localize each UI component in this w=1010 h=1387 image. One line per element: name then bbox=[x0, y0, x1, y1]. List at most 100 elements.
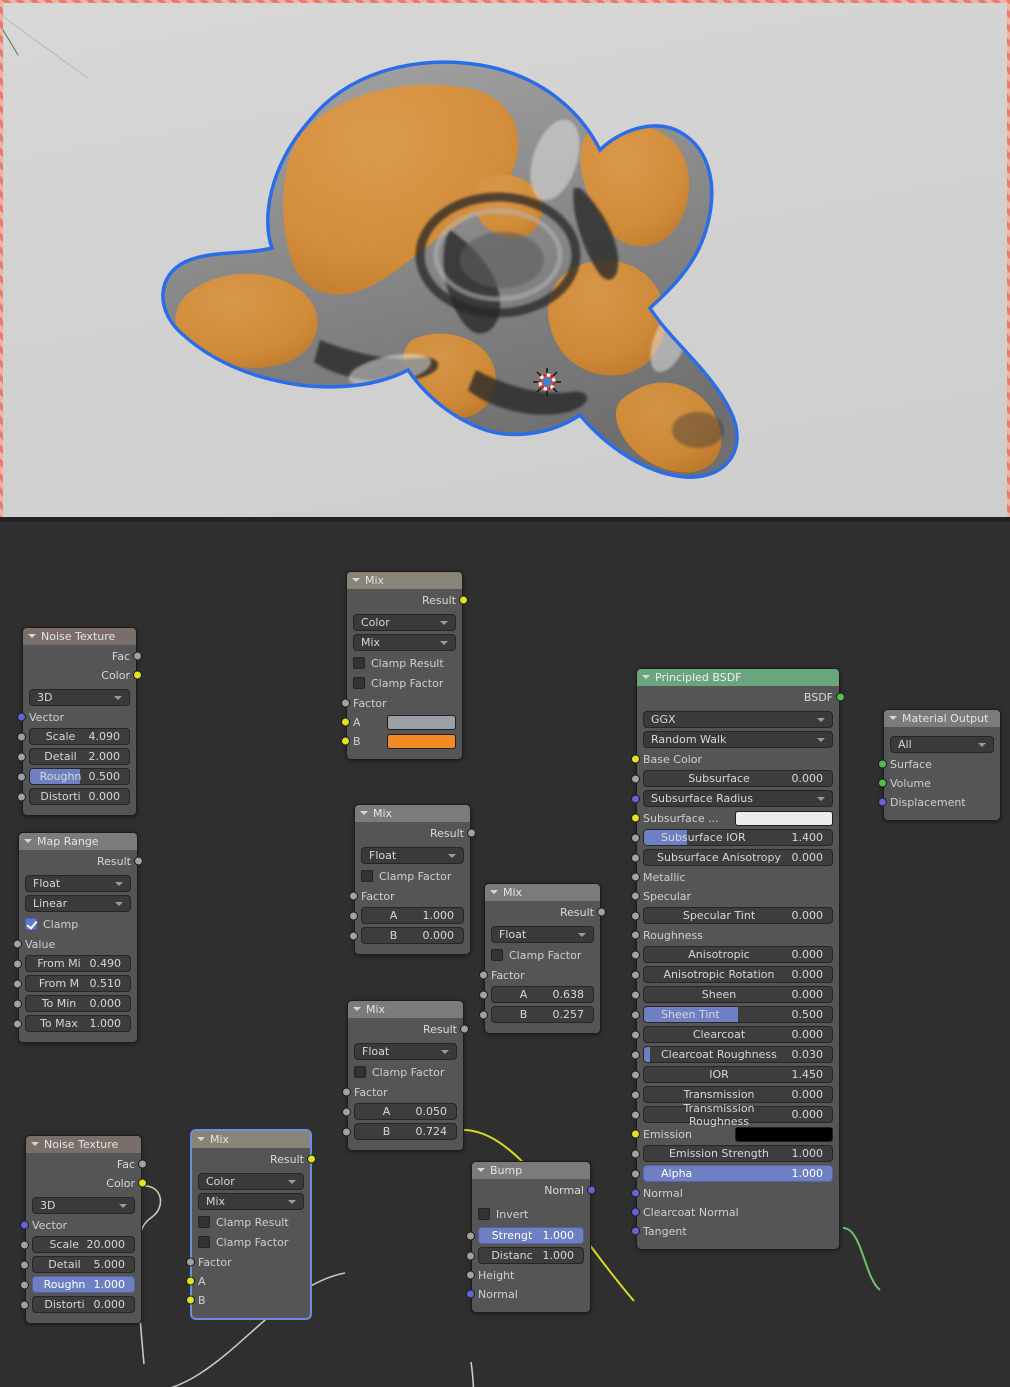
blend-mode-dropdown[interactable]: Mix bbox=[198, 1193, 304, 1210]
input-socket-roughness[interactable] bbox=[17, 772, 26, 782]
node-bump[interactable]: Bump Normal Invert Strengt 1.000 Distanc bbox=[466, 1161, 596, 1313]
interpolation-dropdown[interactable]: Linear bbox=[25, 895, 131, 912]
input-socket-anisotropic[interactable] bbox=[631, 950, 640, 960]
input-socket-normal[interactable] bbox=[466, 1289, 475, 1299]
node-mix-color-top[interactable]: Mix Result Color Mix Clamp Result Clamp … bbox=[341, 571, 468, 760]
input-socket-sheen[interactable] bbox=[631, 990, 640, 1000]
checkbox-clamp-factor[interactable]: Clamp Factor bbox=[353, 675, 456, 691]
field-scale[interactable]: Scale 4.090 bbox=[17, 728, 130, 745]
input-socket-b[interactable] bbox=[349, 931, 358, 941]
input-socket-tangent[interactable] bbox=[631, 1226, 640, 1236]
checkbox-box[interactable] bbox=[353, 657, 365, 669]
input-socket-roughness[interactable] bbox=[20, 1280, 29, 1290]
checkbox-clamp-factor[interactable]: Clamp Factor bbox=[354, 1064, 457, 1080]
color-swatch-b[interactable] bbox=[387, 733, 456, 749]
input-socket-specular-tint[interactable] bbox=[631, 911, 640, 921]
node-noise-texture-2[interactable]: Noise Texture Fac Color 3D Vector Scale … bbox=[20, 1135, 147, 1324]
checkbox-box[interactable] bbox=[198, 1236, 210, 1248]
input-socket-distance[interactable] bbox=[466, 1251, 475, 1261]
field-transmission-roughness[interactable]: Transmission Roughness 0.000 bbox=[631, 1102, 833, 1128]
input-socket-ior[interactable] bbox=[631, 1070, 640, 1080]
color-swatch-emission[interactable] bbox=[735, 1126, 833, 1142]
input-socket-b[interactable] bbox=[186, 1295, 195, 1305]
node-header[interactable]: Mix bbox=[347, 572, 462, 589]
checkbox-box[interactable] bbox=[198, 1216, 210, 1228]
target-dropdown[interactable]: All bbox=[890, 736, 994, 753]
data-type-dropdown[interactable]: Color bbox=[198, 1173, 304, 1190]
input-socket-distortion[interactable] bbox=[20, 1300, 29, 1310]
output-socket-result[interactable] bbox=[597, 907, 606, 917]
chevron-down-icon[interactable] bbox=[196, 1135, 205, 1144]
input-socket-a[interactable] bbox=[341, 717, 350, 727]
input-socket-transmission-roughness[interactable] bbox=[631, 1110, 640, 1120]
input-socket-volume[interactable] bbox=[878, 778, 887, 788]
input-socket-base-color[interactable] bbox=[631, 754, 640, 764]
dimension-dropdown[interactable]: 3D bbox=[32, 1197, 135, 1214]
checkbox-box[interactable] bbox=[478, 1208, 490, 1220]
field-b[interactable]: B 0.257 bbox=[479, 1006, 594, 1023]
input-socket-b[interactable] bbox=[341, 736, 350, 746]
field-detail[interactable]: Detail 2.000 bbox=[17, 748, 130, 765]
node-map-range[interactable]: Map Range Result Float Linear Clamp Valu… bbox=[13, 832, 143, 1043]
input-socket-factor[interactable] bbox=[479, 970, 488, 980]
input-socket-subsurface-ior[interactable] bbox=[631, 833, 640, 843]
input-socket-subsurface-anisotropy[interactable] bbox=[631, 853, 640, 863]
chevron-down-icon[interactable] bbox=[888, 714, 897, 723]
data-type-dropdown[interactable]: Float bbox=[491, 926, 594, 943]
chevron-down-icon[interactable] bbox=[641, 673, 650, 682]
input-socket-height[interactable] bbox=[466, 1270, 475, 1280]
field-subsurface[interactable]: Subsurface 0.000 bbox=[631, 770, 833, 787]
node-mix-float-a[interactable]: Mix Result Float Clamp Factor Factor A 1… bbox=[349, 804, 476, 955]
node-header[interactable]: Mix bbox=[355, 805, 470, 822]
node-header[interactable]: Noise Texture bbox=[23, 628, 136, 645]
field-distortion[interactable]: Distorti 0.000 bbox=[17, 788, 130, 805]
checkbox-clamp-result[interactable]: Clamp Result bbox=[353, 655, 456, 671]
input-socket-scale[interactable] bbox=[17, 732, 26, 742]
chevron-down-icon[interactable] bbox=[352, 1005, 361, 1014]
field-b[interactable]: B 0.724 bbox=[342, 1123, 457, 1140]
checkbox-invert[interactable]: Invert bbox=[478, 1206, 584, 1222]
input-socket-anisotropic-rotation[interactable] bbox=[631, 970, 640, 980]
node-header[interactable]: Mix bbox=[192, 1131, 310, 1148]
node-header[interactable]: Noise Texture bbox=[26, 1136, 141, 1153]
checkbox-clamp[interactable]: Clamp bbox=[25, 916, 131, 932]
node-header[interactable]: Mix bbox=[348, 1001, 463, 1018]
checkbox-box[interactable] bbox=[361, 870, 373, 882]
input-socket-clearcoat-normal[interactable] bbox=[631, 1207, 640, 1217]
data-type-dropdown[interactable]: Color bbox=[353, 614, 456, 631]
field-distance[interactable]: Distanc 1.000 bbox=[466, 1247, 584, 1264]
output-socket-result[interactable] bbox=[307, 1154, 316, 1164]
checkbox-box[interactable] bbox=[491, 949, 503, 961]
field-strength[interactable]: Strengt 1.000 bbox=[466, 1227, 584, 1244]
checkbox-clamp-factor[interactable]: Clamp Factor bbox=[491, 947, 594, 963]
node-mix-float-b[interactable]: Mix Result Float Clamp Factor Factor A 0… bbox=[479, 883, 606, 1034]
output-socket-normal[interactable] bbox=[587, 1185, 596, 1195]
field-emission-strength[interactable]: Emission Strength 1.000 bbox=[631, 1145, 833, 1162]
input-socket-a[interactable] bbox=[186, 1276, 195, 1286]
chevron-down-icon[interactable] bbox=[351, 576, 360, 585]
input-socket-sheen-tint[interactable] bbox=[631, 1010, 640, 1020]
field-subsurface-ior[interactable]: Subsurface IOR 1.400 bbox=[631, 829, 833, 846]
checkbox-clamp-factor[interactable]: Clamp Factor bbox=[198, 1234, 304, 1250]
chevron-down-icon[interactable] bbox=[23, 837, 32, 846]
field-transmission[interactable]: Transmission 0.000 bbox=[631, 1086, 833, 1103]
input-socket-metallic[interactable] bbox=[631, 872, 640, 882]
checkbox-clamp-factor[interactable]: Clamp Factor bbox=[361, 868, 464, 884]
chevron-down-icon[interactable] bbox=[359, 809, 368, 818]
data-type-dropdown[interactable]: Float bbox=[354, 1043, 457, 1060]
field-subsurface-anisotropy[interactable]: Subsurface Anisotropy 0.000 bbox=[631, 849, 833, 866]
blend-mode-dropdown[interactable]: Mix bbox=[353, 634, 456, 651]
field-a[interactable]: A 0.050 bbox=[342, 1103, 457, 1120]
input-socket-roughness[interactable] bbox=[631, 930, 640, 940]
input-socket-surface[interactable] bbox=[878, 759, 887, 769]
chevron-down-icon[interactable] bbox=[30, 1140, 39, 1149]
input-socket-distortion[interactable] bbox=[17, 792, 26, 802]
input-socket-specular[interactable] bbox=[631, 891, 640, 901]
chevron-down-icon[interactable] bbox=[489, 888, 498, 897]
input-socket-subsurface-color[interactable] bbox=[631, 813, 640, 823]
color-swatch-subsurface[interactable] bbox=[735, 810, 833, 826]
output-socket-color[interactable] bbox=[133, 670, 142, 680]
input-socket-b[interactable] bbox=[479, 1010, 488, 1020]
node-header[interactable]: Material Output bbox=[884, 710, 1000, 727]
field-specular-tint[interactable]: Specular Tint 0.000 bbox=[631, 907, 833, 924]
